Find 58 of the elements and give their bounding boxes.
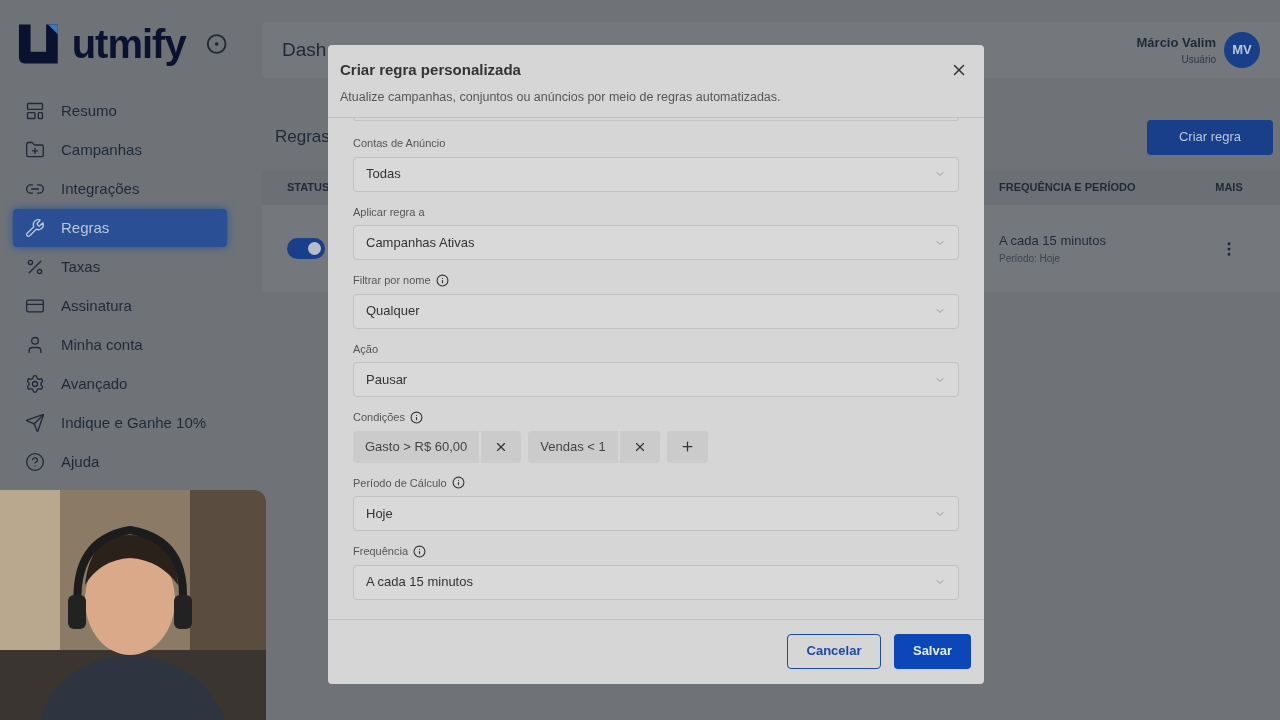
remove-condition-button[interactable]: [481, 430, 522, 463]
help-icon: [25, 452, 45, 472]
field-label: Filtrar por nome: [353, 273, 431, 288]
sidebar-item[interactable]: Ajuda: [13, 443, 227, 481]
sidebar-item[interactable]: Regras: [13, 209, 227, 247]
condition-chip[interactable]: Vendas < 1: [528, 430, 618, 463]
wrench-icon: [25, 218, 45, 238]
frequency-text: A cada 15 minutos: [999, 232, 1107, 251]
layout-icon: [25, 101, 45, 121]
user-role: Usuário: [1181, 53, 1216, 68]
target-icon: [205, 33, 227, 55]
field-label: Período de Cálculo: [353, 475, 447, 491]
remove-condition-button[interactable]: [619, 430, 660, 463]
page-title: Regras: [275, 126, 330, 149]
status-toggle[interactable]: [287, 238, 325, 259]
column-header: MAIS: [1214, 180, 1244, 196]
field-label: Condições: [353, 410, 405, 425]
select-field[interactable]: Pausar: [353, 362, 959, 397]
select-field[interactable]: A cada 15 minutos: [353, 564, 959, 600]
settings-icon: [25, 374, 45, 394]
create-rule-button[interactable]: Criar regra: [1147, 119, 1273, 155]
user-name: Márcio Valim: [1136, 33, 1216, 52]
field-label: Ação: [353, 341, 379, 357]
dialog-title: Criar regra personalizada: [340, 60, 522, 80]
column-header: STATUS: [286, 180, 331, 196]
column-header: FREQUÊNCIA E PERÍODO: [999, 180, 1137, 196]
select-field[interactable]: Qualquer: [353, 293, 959, 329]
avatar[interactable]: MV: [1224, 32, 1260, 68]
cancel-button[interactable]: Cancelar: [787, 633, 881, 669]
info-icon: [451, 476, 465, 490]
folder-plus-icon: [25, 140, 45, 160]
field-label: Frequência: [353, 544, 409, 559]
select-field[interactable]: Campanhas Ativas: [353, 225, 959, 260]
plus-icon: [679, 439, 695, 454]
sidebar-item[interactable]: Minha conta: [13, 326, 227, 364]
dialog-subtitle: Atualize campanhas, conjuntos ou anúncios por meio de regras automatizadas.: [340, 88, 781, 106]
sidebar-item[interactable]: Integrações: [13, 170, 227, 208]
save-button[interactable]: Salvar: [894, 633, 971, 669]
field-label: Aplicar regra a: [353, 204, 425, 220]
sidebar-item[interactable]: Resumo: [13, 92, 227, 130]
condition-chip[interactable]: Gasto > R$ 60,00: [353, 430, 480, 463]
info-icon: [410, 410, 423, 424]
sidebar-item[interactable]: Avançado: [13, 365, 227, 403]
select-field[interactable]: Hoje: [353, 496, 959, 531]
period-text: Período: Hoje: [999, 251, 1062, 266]
field-label: Contas de Anúncio: [353, 136, 446, 151]
info-icon: [413, 544, 427, 558]
sidebar-item[interactable]: Taxas: [13, 248, 227, 286]
sidebar-item[interactable]: Assinatura: [13, 287, 227, 325]
info-icon: [435, 273, 449, 287]
logo-text: utmify: [71, 24, 186, 64]
sidebar-item[interactable]: Campanhas: [13, 131, 227, 169]
logo-icon: [17, 22, 60, 66]
sidebar-item[interactable]: Indique e Ganhe 10%: [13, 404, 227, 442]
send-icon: [25, 413, 45, 433]
page-header-title: Dash: [282, 37, 327, 62]
select-field[interactable]: Todas: [353, 156, 959, 192]
percent-icon: [25, 257, 45, 277]
